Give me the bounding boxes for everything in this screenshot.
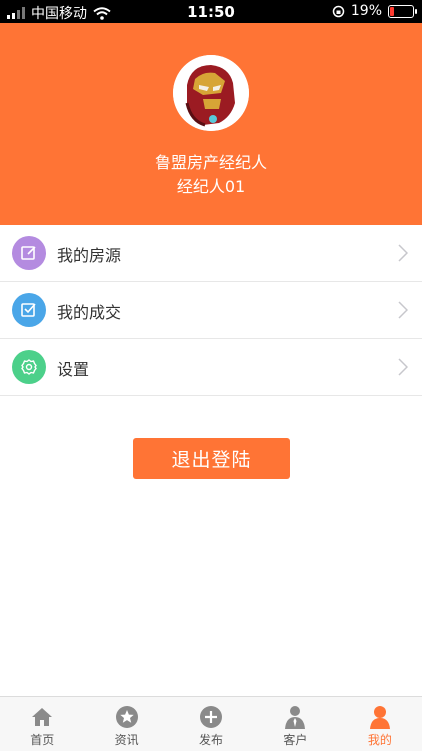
person-icon [285,706,306,729]
battery-percent: 19% [350,3,382,19]
user-icon [369,706,390,729]
tab-label: 资讯 [114,733,139,747]
home-icon [32,708,53,726]
battery-level [390,6,394,16]
gear-icon [12,350,46,384]
company-name: 鲁盟房产经纪人 [154,153,267,172]
menu-item-my-listings[interactable]: 我的房源 [0,225,422,282]
avatar-image [173,55,249,131]
tab-label: 发布 [199,733,224,747]
tab-mine[interactable]: 我的 [338,697,422,751]
tab-label: 我的 [367,733,392,747]
menu-item-settings[interactable]: 设置 [0,339,422,396]
chevron-right-icon [398,301,408,319]
plus-circle-icon [200,706,223,728]
user-role: 经纪人01 [176,177,246,196]
battery-icon [388,4,417,18]
logout-button[interactable]: 退出登陆 [133,438,290,479]
chevron-right-icon [398,244,408,262]
tab-label: 首页 [30,733,55,747]
tab-news[interactable]: 资讯 [84,697,168,751]
tab-home[interactable]: 首页 [0,697,84,751]
star-circle-icon [115,706,138,728]
menu-item-my-deals[interactable]: 我的成交 [0,282,422,339]
menu-item-label: 设置 [57,360,90,379]
avatar[interactable] [173,55,249,131]
checkbox-icon [12,293,46,327]
tab-label: 客户 [283,733,308,747]
chevron-right-icon [398,358,408,376]
tab-bar: 首页 资讯 发布 客户 我的 [0,696,422,751]
menu-list: 我的房源 我的成交 设置 [0,225,422,396]
menu-item-label: 我的成交 [57,303,122,322]
status-right: 19% [332,3,417,19]
tab-customers[interactable]: 客户 [253,697,337,751]
tab-publish[interactable]: 发布 [169,697,253,751]
status-bar: 中国移动 11:50 19% [0,0,422,23]
menu-item-label: 我的房源 [57,246,122,265]
edit-icon [12,236,46,270]
profile-header: 鲁盟房产经纪人 经纪人01 [0,23,422,225]
orientation-lock-icon [332,5,345,17]
